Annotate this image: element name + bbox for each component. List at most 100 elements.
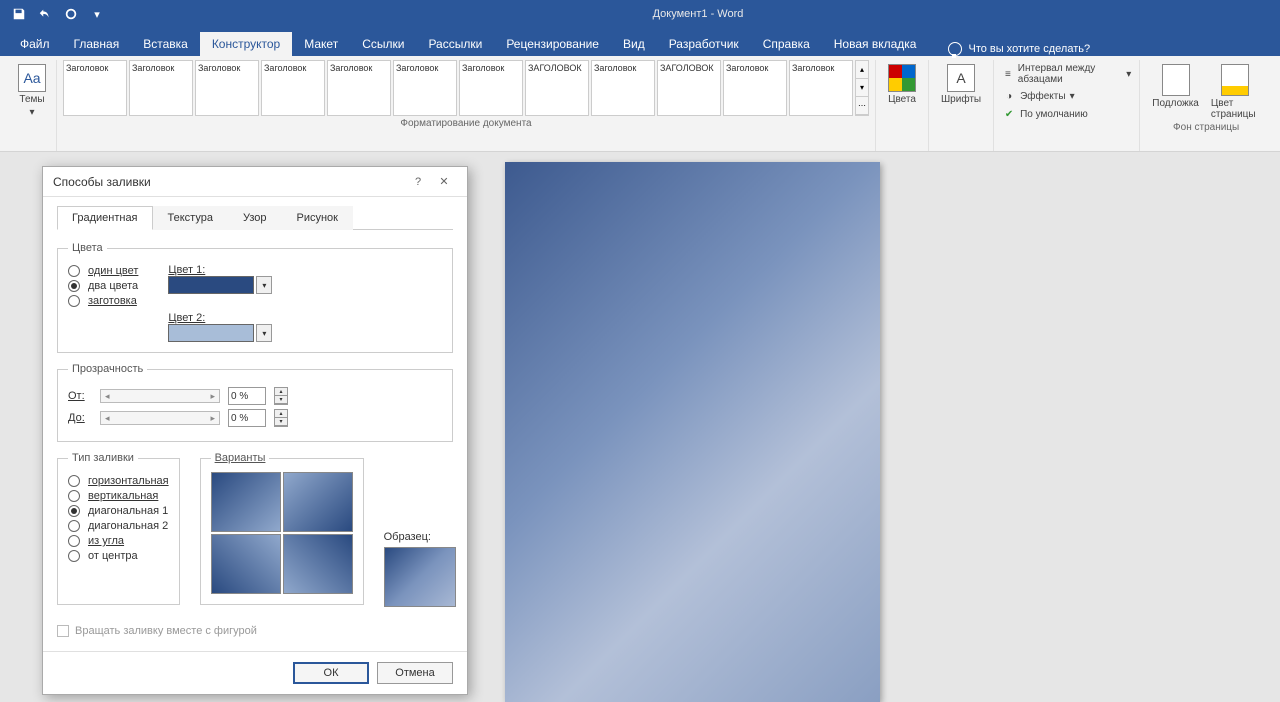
document-page[interactable]	[505, 162, 880, 702]
ok-button[interactable]: ОК	[293, 662, 369, 684]
style-item[interactable]: Заголовок	[63, 60, 127, 116]
diagonal1-label[interactable]: диагональная 1	[88, 505, 168, 517]
two-colors-label[interactable]: два цвета	[88, 280, 138, 292]
variant-3[interactable]	[211, 534, 281, 594]
dialog-tab-gradient[interactable]: Градиентная	[57, 206, 153, 230]
tab-references[interactable]: Ссылки	[350, 32, 416, 56]
undo-icon[interactable]	[34, 3, 56, 25]
ribbon-group-themes: Aa Темы ▾	[8, 60, 57, 151]
ribbon-group-fonts: A Шрифты	[929, 60, 994, 151]
tell-me-label: Что вы хотите сделать?	[968, 43, 1090, 55]
preset-label[interactable]: заготовка	[88, 295, 137, 307]
from-slider[interactable]: ◂▸	[100, 389, 220, 403]
effects-button[interactable]: ◑ Эффекты ▾	[1000, 88, 1133, 104]
redo-icon[interactable]	[60, 3, 82, 25]
radio-diagonal1[interactable]	[68, 505, 80, 517]
fill-effects-dialog: Способы заливки ? ✕ Градиентная Текстура…	[42, 166, 468, 695]
watermark-icon	[1162, 64, 1190, 96]
tab-developer[interactable]: Разработчик	[657, 32, 751, 56]
tab-insert[interactable]: Вставка	[131, 32, 200, 56]
gallery-more-icon[interactable]: ⋯	[856, 97, 868, 115]
tab-home[interactable]: Главная	[62, 32, 132, 56]
dialog-tab-texture[interactable]: Текстура	[153, 206, 228, 230]
radio-two-colors[interactable]	[68, 280, 80, 292]
variant-2[interactable]	[283, 472, 353, 532]
gallery-down-icon[interactable]: ▾	[856, 79, 868, 97]
gallery-up-icon[interactable]: ▴	[856, 61, 868, 79]
rotate-checkbox	[57, 625, 69, 637]
horizontal-label[interactable]: горизонтальная	[88, 475, 169, 487]
diagonal2-label[interactable]: диагональная 2	[88, 520, 168, 532]
style-item[interactable]: Заголовок	[723, 60, 787, 116]
style-item[interactable]: Заголовок	[591, 60, 655, 116]
dialog-help-button[interactable]: ?	[405, 169, 431, 195]
style-item[interactable]: Заголовок	[129, 60, 193, 116]
style-item[interactable]: Заголовок	[789, 60, 853, 116]
watermark-button[interactable]: Подложка	[1146, 60, 1205, 120]
to-slider[interactable]: ◂▸	[100, 411, 220, 425]
colors-legend: Цвета	[68, 242, 107, 254]
spin-down-icon[interactable]: ▾	[275, 396, 287, 404]
variant-4[interactable]	[283, 534, 353, 594]
cancel-button[interactable]: Отмена	[377, 662, 453, 684]
dialog-tab-pattern[interactable]: Узор	[228, 206, 282, 230]
style-item[interactable]: Заголовок	[327, 60, 391, 116]
colors-button[interactable]: Цвета	[882, 60, 922, 105]
style-item[interactable]: Заголовок	[393, 60, 457, 116]
style-item[interactable]: ЗАГОЛОВОК	[525, 60, 589, 116]
tab-help[interactable]: Справка	[751, 32, 822, 56]
fonts-button[interactable]: A Шрифты	[935, 60, 987, 105]
to-value[interactable]: 0 %	[228, 409, 266, 427]
themes-button[interactable]: Aa Темы ▾	[14, 60, 50, 118]
set-default-button[interactable]: ✔ По умолчанию	[1000, 106, 1133, 122]
color2-dropdown[interactable]: ▾	[256, 324, 272, 342]
colors-label: Цвета	[888, 94, 916, 105]
radio-horizontal[interactable]	[68, 475, 80, 487]
spin-up-icon[interactable]: ▴	[275, 410, 287, 418]
style-item[interactable]: ЗАГОЛОВОК	[657, 60, 721, 116]
tab-review[interactable]: Рецензирование	[494, 32, 611, 56]
vertical-label[interactable]: вертикальная	[88, 490, 158, 502]
radio-center[interactable]	[68, 550, 80, 562]
corner-label[interactable]: из угла	[88, 535, 124, 547]
paragraph-spacing-button[interactable]: ≡ Интервал между абзацами ▾	[1000, 62, 1133, 86]
spacing-icon: ≡	[1002, 67, 1014, 81]
color1-dropdown[interactable]: ▾	[256, 276, 272, 294]
one-color-label[interactable]: один цвет	[88, 265, 138, 277]
center-label[interactable]: от центра	[88, 550, 138, 562]
style-item[interactable]: Заголовок	[261, 60, 325, 116]
variant-1[interactable]	[211, 472, 281, 532]
tab-layout[interactable]: Макет	[292, 32, 350, 56]
tab-new[interactable]: Новая вкладка	[822, 32, 929, 56]
dialog-tab-picture[interactable]: Рисунок	[282, 206, 354, 230]
title-bar: ▾ Документ1 - Word	[0, 0, 1280, 28]
qat-dropdown-icon[interactable]: ▾	[86, 3, 108, 25]
watermark-label: Подложка	[1152, 98, 1199, 109]
save-icon[interactable]	[8, 3, 30, 25]
radio-corner[interactable]	[68, 535, 80, 547]
color2-swatch[interactable]	[168, 324, 254, 342]
rotate-label: Вращать заливку вместе с фигурой	[75, 625, 257, 637]
from-value[interactable]: 0 %	[228, 387, 266, 405]
radio-preset[interactable]	[68, 295, 80, 307]
style-item[interactable]: Заголовок	[459, 60, 523, 116]
transparency-legend: Прозрачность	[68, 363, 147, 375]
color1-swatch[interactable]	[168, 276, 254, 294]
tab-view[interactable]: Вид	[611, 32, 657, 56]
dialog-title: Способы заливки	[53, 175, 405, 189]
dialog-close-button[interactable]: ✕	[431, 169, 457, 195]
tab-mailings[interactable]: Рассылки	[416, 32, 494, 56]
radio-vertical[interactable]	[68, 490, 80, 502]
spin-up-icon[interactable]: ▴	[275, 388, 287, 396]
tab-file[interactable]: Файл	[8, 32, 62, 56]
page-color-icon	[1221, 64, 1249, 96]
spin-down-icon[interactable]: ▾	[275, 418, 287, 426]
page-color-button[interactable]: Цвет страницы	[1205, 60, 1266, 120]
radio-one-color[interactable]	[68, 265, 80, 277]
style-item[interactable]: Заголовок	[195, 60, 259, 116]
tell-me-search[interactable]: Что вы хотите сделать?	[948, 42, 1090, 56]
chevron-down-icon: ▾	[29, 107, 34, 118]
radio-diagonal2[interactable]	[68, 520, 80, 532]
tab-design[interactable]: Конструктор	[200, 32, 292, 56]
page-color-label: Цвет страницы	[1211, 98, 1260, 120]
